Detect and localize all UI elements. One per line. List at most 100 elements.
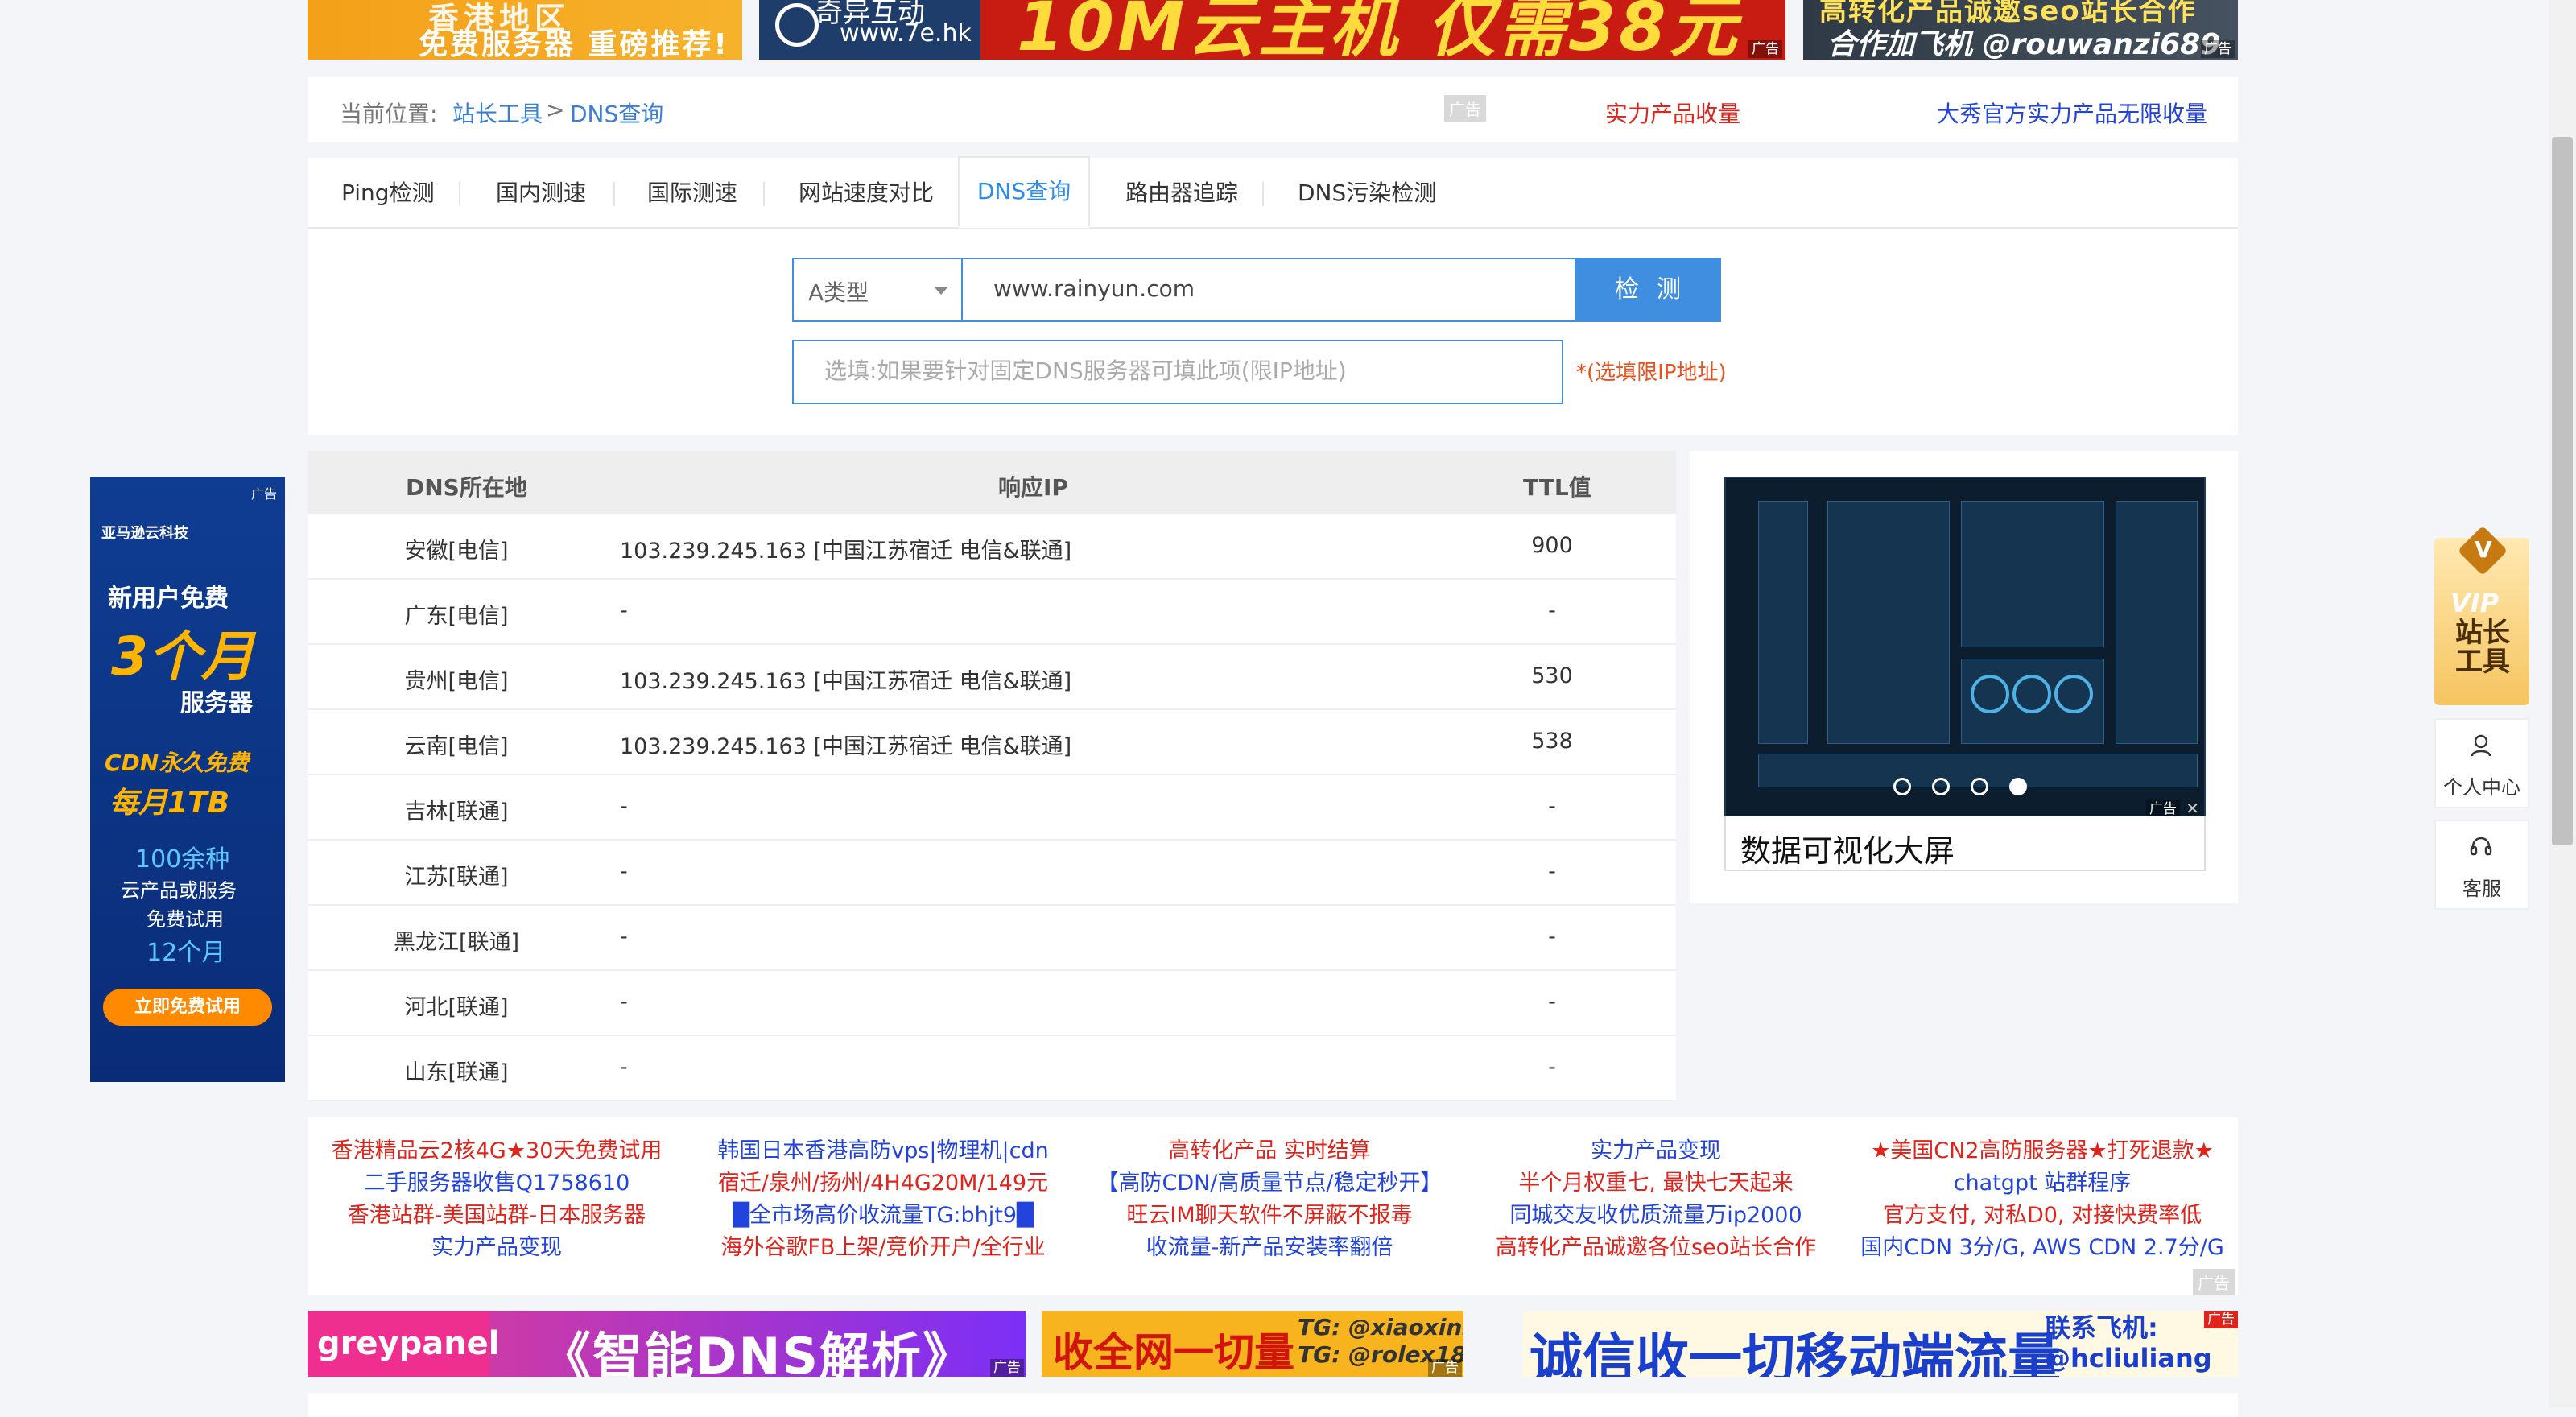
table-cell-ip: 103.239.245.163 [中国江苏宿迁 电信&联通] [620,539,1072,564]
scrollbar-thumb[interactable] [2552,137,2573,845]
table-cell-location: 广东[电信] [404,604,509,629]
dns-server-ip-input[interactable] [824,357,1549,384]
top-banner-seo[interactable]: 高转化产品诚邀seo站长合作 合作加飞机 @rouwanzi689 广告 [1803,0,2238,60]
top-banner-cloud-host[interactable]: 奇异互动 www.7e.hk 10M云主机 仅需38元 广告 [759,0,1785,60]
table-cell-ttl: 900 [1531,533,1573,558]
table-cell-ttl: - [1548,598,1556,623]
ad-tag: 广告 [2193,1269,2235,1295]
bottom-banner-mobile-traffic[interactable]: 诚信收一切移动端流量 联系飞机: @hcliuliang 广告 [1523,1311,2238,1377]
table-cell-ttl: 538 [1531,729,1573,754]
tab-dns-pollution[interactable]: DNS污染检测 [1298,177,1436,227]
vip-title: 站长工具 [2455,617,2510,678]
bottom-banner-traffic[interactable]: 收全网一切量 TG: @xiaoxin321 TG: @rolex1899 广告 [1042,1311,1463,1377]
column-header-ip: 响应IP [998,474,1068,501]
text-ad-links: 香港精品云2核4G★30天免费试用 二手服务器收售Q1758610 香港站群-美国站… [308,1117,2238,1295]
left-ad-aws[interactable]: 广告 亚马逊云科技 新用户免费 3个月 服务器 CDN永久免费 每月1TB 10… [90,477,285,1082]
breadcrumb-home-link[interactable]: 站长工具 [452,97,543,129]
ad-brand: 亚马逊云科技 [101,525,188,542]
table-cell-ip: - [620,1055,628,1080]
link-column: 高转化产品 实时结算 【高防CDN/高质量节点/稳定秒开】 旺云IM聊天软件不屏蔽不… [1080,1135,1459,1264]
carousel-dot[interactable] [1932,778,1950,795]
user-center-button[interactable]: 个人中心 [2434,718,2529,808]
ad-text-link[interactable]: 旺云IM聊天软件不屏蔽不报毒 [1080,1200,1459,1232]
domain-field[interactable] [961,258,1578,322]
ad-text-link[interactable]: 实力产品变现 [1467,1135,1845,1167]
brand-logo-icon [775,3,819,47]
ad-text-link[interactable]: 海外谷歌FB上架/竞价开户/全行业 [694,1232,1072,1264]
table-cell-location: 黑龙江[联通] [393,930,520,955]
ad-text-link[interactable]: 高转化产品 实时结算 [1080,1135,1459,1167]
ad-text-link[interactable]: 国内CDN 3分/G, AWS CDN 2.7分/G [1853,1232,2231,1264]
tab-site-compare[interactable]: 网站速度对比 [799,177,934,227]
ad-text-link[interactable]: 大秀官方实力产品无限收量 [1937,97,2207,129]
ad-text-link[interactable]: 官方支付, 对私D0, 对接快费率低 [1853,1200,2231,1232]
ad-text-link[interactable]: 香港精品云2核4G★30天免费试用 [308,1135,686,1167]
table-cell-location: 安徽[电信] [404,539,509,564]
footer-panel [308,1393,2238,1417]
table-row: 吉林[联通] - - [308,775,1676,841]
ad-tag: 广告 [1444,95,1486,122]
top-banner-hk-server[interactable]: 香港地区 免费服务器 重磅推荐! [308,0,742,60]
ad-text-link[interactable]: 【高防CDN/高质量节点/稳定秒开】 [1080,1167,1459,1200]
ad-text-link[interactable]: chatgpt 站群程序 [1853,1167,2231,1200]
ad-text-link[interactable]: █全市场高价收流量TG:bhjt9█ [694,1200,1072,1232]
banner-slogan: 《智能DNS解析》 [541,1327,975,1377]
dns-results-table: DNS所在地 响应IP TTL值 安徽[电信] 103.239.245.163 [… [308,451,1676,1101]
banner-text: 免费服务器 重磅推荐! [419,28,729,60]
ad-text-link[interactable]: 收流量-新产品安装率翻倍 [1080,1232,1459,1264]
ad-text-link[interactable]: 二手服务器收售Q1758610 [308,1167,686,1200]
ad-text-link[interactable]: 高转化产品诚邀各位seo站长合作 [1467,1232,1845,1264]
table-cell-ttl: - [1548,794,1556,819]
close-icon[interactable]: ✕ [2186,799,2199,818]
bottom-banner-greypanel[interactable]: greypanel 《智能DNS解析》 广告 [308,1311,1026,1377]
ad-caption-text: 数据可视化大屏 [1740,833,1955,869]
banner-slogan: 10M云主机 仅需38元 [1017,0,1740,60]
ad-text-link[interactable]: 实力产品变现 [308,1232,686,1264]
ad-text: 免费试用 [147,908,224,931]
tab-dns-query[interactable]: DNS查询 [958,156,1090,228]
ad-text-link[interactable]: 实力产品收量 [1605,97,1740,129]
tab-ping[interactable]: Ping检测 [341,177,435,227]
customer-service-button[interactable]: 客服 [2434,820,2529,910]
tab-domestic-speed[interactable]: 国内测速 [496,177,586,227]
ad-caption[interactable]: 数据可视化大屏 [1724,816,2206,871]
dns-tool-panel: Ping检测 国内测速 国际测速 网站速度对比 DNS查询 路由器追踪 DNS污… [308,156,2238,435]
side-ad-dashboard[interactable]: 广告 ✕ 数据可视化大屏 [1690,451,2238,903]
ad-tag: 广告 [1428,1359,1462,1377]
banner-slogan: 收全网一切量 [1053,1329,1294,1376]
domain-input[interactable] [993,275,1557,302]
vip-toolbar-button[interactable]: V VIP 站长工具 [2434,525,2529,705]
banner-brand: greypanel [317,1325,500,1362]
page-scrollbar[interactable] [2549,0,2576,1407]
ad-text: 新用户免费 [108,585,229,613]
breadcrumb-current[interactable]: DNS查询 [570,97,663,129]
ad-text-link[interactable]: 同城交友收优质流量万ip2000 [1467,1200,1845,1232]
record-type-select[interactable]: A类型 [792,258,963,322]
breadcrumb-label: 当前位置: [340,101,438,127]
table-cell-location: 贵州[电信] [404,669,509,694]
ad-text-link[interactable]: 韩国日本香港高防vps|物理机|cdn [694,1135,1072,1167]
ad-text-link[interactable]: 宿迁/泉州/扬州/4H4G20M/149元 [694,1167,1072,1200]
carousel-dot[interactable] [1971,778,1988,795]
ad-text-link[interactable]: 香港站群-美国站群-日本服务器 [308,1200,686,1232]
ad-cta-button[interactable]: 立即免费试用 [103,989,272,1026]
carousel-dot-active[interactable] [2009,778,2027,795]
detect-button[interactable]: 检测 [1575,258,1721,322]
ad-text-link[interactable]: 半个月权重七, 最快七天起来 [1467,1167,1845,1200]
dashboard-menu [1758,501,1808,744]
ad-text-link[interactable]: ★美国CN2高防服务器★打死退款★ [1853,1135,2231,1167]
gauge-icon [1971,675,2009,713]
headset-icon [2470,837,2492,856]
dashboard-panel [1827,501,1950,744]
table-cell-ttl: - [1548,924,1556,949]
tab-intl-speed[interactable]: 国际测速 [647,177,737,227]
banner-contact: 联系飞机: @hcliuliang [2045,1312,2212,1374]
column-header-ttl: TTL值 [1523,474,1591,501]
table-cell-location: 江苏[联通] [404,865,509,890]
tab-divider [1262,182,1264,206]
tab-traceroute[interactable]: 路由器追踪 [1125,177,1238,227]
table-row: 云南[电信] 103.239.245.163 [中国江苏宿迁 电信&联通] 538 [308,709,1676,775]
carousel-dot[interactable] [1893,778,1911,795]
ad-tag: 广告 [2146,800,2180,818]
dns-server-ip-field[interactable] [792,340,1563,404]
